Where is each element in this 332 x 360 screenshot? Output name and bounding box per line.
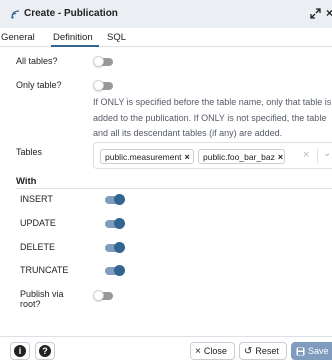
tables-select[interactable]: public.measurement × public.foo_bar_baz × …	[93, 142, 332, 169]
with-section-divider	[16, 188, 332, 189]
table-chip: public.measurement ×	[100, 149, 194, 164]
dialog-footer: i ? × Close ↺ Reset Save	[0, 336, 332, 360]
reset-button[interactable]: ↺ Reset	[239, 342, 287, 360]
only-table-switch[interactable]	[93, 80, 115, 91]
switch-knob	[93, 80, 104, 91]
dialog-titlebar[interactable]: Create - Publication ×	[0, 0, 332, 28]
only-table-label: Only table?	[16, 80, 62, 90]
tables-label: Tables	[16, 147, 43, 157]
remove-chip-icon[interactable]: ×	[278, 152, 283, 162]
update-label: UPDATE	[20, 218, 56, 228]
switch-knob	[114, 218, 125, 229]
with-section-title: With	[16, 176, 37, 187]
switch-knob	[93, 56, 104, 67]
delete-switch[interactable]	[103, 242, 125, 253]
tab-bar: General Definition SQL	[0, 28, 332, 47]
help-button[interactable]: ?	[35, 342, 55, 360]
save-button[interactable]: Save	[291, 342, 332, 360]
tab-sql[interactable]: SQL	[107, 32, 126, 43]
only-table-help-text: If ONLY is specified before the table na…	[93, 97, 332, 138]
publish-via-root-label-line: Publish via	[20, 289, 64, 299]
delete-label: DELETE	[20, 242, 56, 252]
clear-selection-icon[interactable]: ×	[303, 149, 309, 161]
insert-switch[interactable]	[103, 194, 125, 205]
publish-via-root-label: Publish via root?	[20, 289, 64, 309]
switch-knob	[114, 194, 125, 205]
table-chip-label: public.foo_bar_baz	[203, 152, 275, 162]
switch-knob	[114, 265, 125, 276]
switch-knob	[114, 242, 125, 253]
help-icon: ?	[39, 345, 51, 357]
reset-icon: ↺	[244, 345, 253, 357]
close-button-label: Close	[203, 346, 227, 356]
remove-chip-icon[interactable]: ×	[185, 152, 190, 162]
tab-definition[interactable]: Definition	[53, 32, 93, 43]
close-button[interactable]: × Close	[190, 342, 235, 360]
switch-knob	[93, 290, 104, 301]
reset-button-label: Reset	[255, 346, 279, 356]
publication-icon	[11, 10, 20, 19]
all-tables-label: All tables?	[16, 56, 58, 66]
select-separator	[317, 149, 318, 163]
all-tables-switch[interactable]	[93, 56, 115, 67]
dialog-title: Create - Publication	[24, 8, 118, 19]
table-chip: public.foo_bar_baz ×	[198, 149, 285, 164]
tab-general[interactable]: General	[1, 32, 35, 43]
chevron-down-icon[interactable]: ⌄	[323, 148, 331, 159]
active-tab-indicator	[51, 45, 99, 47]
expand-icon[interactable]	[310, 8, 321, 19]
close-icon[interactable]: ×	[326, 6, 332, 20]
insert-label: INSERT	[20, 194, 53, 204]
close-icon: ×	[195, 345, 201, 357]
info-icon: i	[14, 345, 26, 357]
truncate-label: TRUNCATE	[20, 265, 69, 275]
truncate-switch[interactable]	[103, 265, 125, 276]
publish-via-root-label-line: root?	[20, 299, 41, 309]
update-switch[interactable]	[103, 218, 125, 229]
table-chip-label: public.measurement	[105, 152, 182, 162]
info-button[interactable]: i	[10, 342, 30, 360]
save-button-label: Save	[308, 346, 329, 356]
save-icon	[296, 347, 305, 355]
publish-via-root-switch[interactable]	[93, 290, 115, 301]
